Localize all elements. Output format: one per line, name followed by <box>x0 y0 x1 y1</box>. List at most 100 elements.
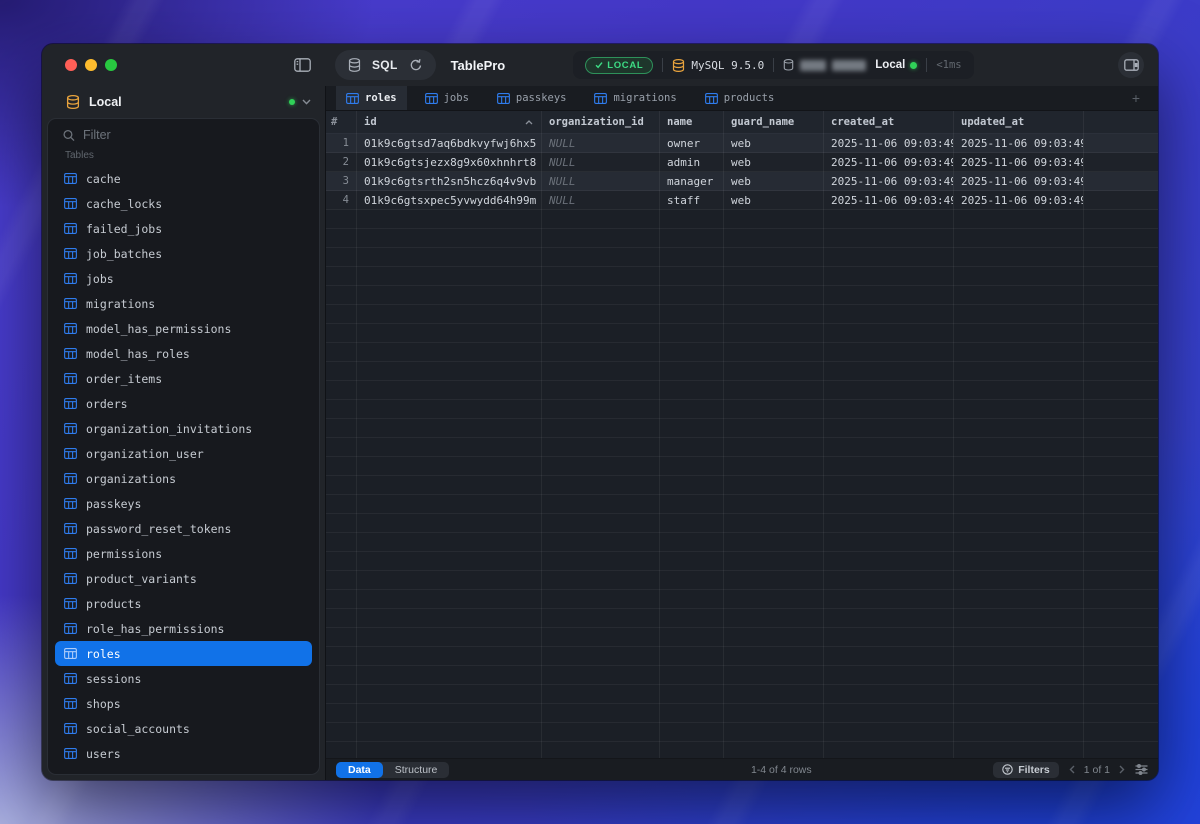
cell-name[interactable]: owner <box>659 134 723 152</box>
minimize-button[interactable] <box>85 59 97 71</box>
cell-organization_id[interactable]: NULL <box>541 153 659 171</box>
chevron-down-icon[interactable] <box>302 99 311 105</box>
cell-guard_name[interactable]: web <box>723 134 823 152</box>
sidebar-item-users[interactable]: users <box>55 741 312 766</box>
close-button[interactable] <box>65 59 77 71</box>
column-header-created-at[interactable]: created_at <box>823 111 953 133</box>
cell-name[interactable]: manager <box>659 172 723 190</box>
sql-button[interactable]: SQL <box>372 58 398 72</box>
cell-row-number[interactable]: 1 <box>326 134 356 152</box>
cell-id[interactable]: 01k9c6gtsrth2sn5hcz6q4v9vb <box>356 172 541 190</box>
cell-created_at[interactable]: 2025-11-06 09:03:49 <box>823 134 953 152</box>
column-header-row-number[interactable]: # <box>326 111 356 133</box>
tables-list: cache cache_locksfailed_jobsjob_batchesjo… <box>48 164 319 774</box>
tab-jobs[interactable]: jobs <box>415 86 479 110</box>
cell-guard_name[interactable]: web <box>723 191 823 209</box>
sidebar-item-failed_jobs[interactable]: failed_jobs <box>55 216 312 241</box>
filter-field[interactable] <box>48 119 319 145</box>
table-name-label: organization_invitations <box>86 422 252 436</box>
cell-guard_name[interactable]: web <box>723 153 823 171</box>
tab-roles[interactable]: roles <box>336 86 407 110</box>
cell-row-number[interactable]: 4 <box>326 191 356 209</box>
sql-button-group: SQL <box>335 50 436 80</box>
cell-created_at[interactable]: 2025-11-06 09:03:49 <box>823 153 953 171</box>
sidebar-item-password_reset_tokens[interactable]: password_reset_tokens <box>55 516 312 541</box>
table-grid-icon <box>64 598 77 609</box>
view-options-button[interactable] <box>1135 764 1148 775</box>
table-grid-icon <box>705 93 718 104</box>
tab-passkeys[interactable]: passkeys <box>487 86 577 110</box>
sort-asc-icon <box>525 120 533 125</box>
cell-organization_id[interactable]: NULL <box>541 172 659 190</box>
sidebar-item-sessions[interactable]: sessions <box>55 666 312 691</box>
cell-guard_name[interactable]: web <box>723 172 823 190</box>
sidebar-item-social_accounts[interactable]: social_accounts <box>55 716 312 741</box>
cell-id[interactable]: 01k9c6gtsd7aq6bdkvyfwj6hx5 <box>356 134 541 152</box>
sidebar-item-job_batches[interactable]: job_batches <box>55 241 312 266</box>
table-row[interactable]: 101k9c6gtsd7aq6bdkvyfwj6hx5NULLownerweb2… <box>326 134 1158 153</box>
search-icon <box>63 129 75 142</box>
connection-status-bar[interactable]: LOCAL MySQL 9.5.0 <box>573 51 973 79</box>
cell-row-number[interactable]: 2 <box>326 153 356 171</box>
prev-page-button[interactable] <box>1069 765 1075 774</box>
sidebar: Local Tables cachecache_locksfailed_jobs… <box>42 86 325 780</box>
table-row[interactable]: 301k9c6gtsrth2sn5hcz6q4v9vbNULLmanagerwe… <box>326 172 1158 191</box>
sidebar-item-cache_locks[interactable]: cache_locks <box>55 191 312 216</box>
sidebar-item-cache[interactable]: cache <box>55 166 312 191</box>
right-panel-toggle-button[interactable] <box>1118 52 1144 78</box>
cell-updated_at[interactable]: 2025-11-06 09:03:49 <box>953 134 1083 152</box>
tab-data-view[interactable]: Data <box>336 762 383 778</box>
cell-id[interactable]: 01k9c6gtsxpec5yvwydd64h99m <box>356 191 541 209</box>
zoom-button[interactable] <box>105 59 117 71</box>
cell-name[interactable]: admin <box>659 153 723 171</box>
cell-created_at[interactable]: 2025-11-06 09:03:49 <box>823 172 953 190</box>
cell-id[interactable]: 01k9c6gtsjezx8g9x60xhnhrt8 <box>356 153 541 171</box>
sidebar-item-passkeys[interactable]: passkeys <box>55 491 312 516</box>
cell-updated_at[interactable]: 2025-11-06 09:03:49 <box>953 172 1083 190</box>
table-grid-icon <box>64 548 77 559</box>
next-page-button[interactable] <box>1119 765 1125 774</box>
table-row[interactable]: 401k9c6gtsxpec5yvwydd64h99mNULLstaffweb2… <box>326 191 1158 210</box>
column-header-id[interactable]: id <box>356 111 541 133</box>
table-row[interactable]: 201k9c6gtsjezx8g9x60xhnhrt8NULLadminweb2… <box>326 153 1158 172</box>
table-grid-icon <box>346 93 359 104</box>
sidebar-item-role_has_permissions[interactable]: role_has_permissions <box>55 616 312 641</box>
filter-input[interactable] <box>83 128 307 142</box>
cell-organization_id[interactable]: NULL <box>541 191 659 209</box>
sidebar-toggle-icon[interactable] <box>294 58 311 72</box>
sidebar-item-jobs[interactable]: jobs <box>55 266 312 291</box>
sidebar-item-organization_user[interactable]: organization_user <box>55 441 312 466</box>
tab-structure-view[interactable]: Structure <box>383 762 450 778</box>
connection-selector[interactable]: Local <box>42 86 325 118</box>
column-header-guard-name[interactable]: guard_name <box>723 111 823 133</box>
filters-button[interactable]: Filters <box>993 762 1059 778</box>
sidebar-item-shops[interactable]: shops <box>55 691 312 716</box>
sidebar-item-model_has_roles[interactable]: model_has_roles <box>55 341 312 366</box>
table-name-label: cache <box>86 172 121 186</box>
add-tab-button[interactable]: + <box>1124 90 1148 106</box>
cell-created_at[interactable]: 2025-11-06 09:03:49 <box>823 191 953 209</box>
column-header-updated-at[interactable]: updated_at <box>953 111 1083 133</box>
sidebar-item-migrations[interactable]: migrations <box>55 291 312 316</box>
sidebar-item-organizations[interactable]: organizations <box>55 466 312 491</box>
sidebar-item-order_items[interactable]: order_items <box>55 366 312 391</box>
refresh-icon[interactable] <box>409 58 423 72</box>
sidebar-item-organization_invitations[interactable]: organization_invitations <box>55 416 312 441</box>
cell-row-number[interactable]: 3 <box>326 172 356 190</box>
column-header-organization-id[interactable]: organization_id <box>541 111 659 133</box>
table-name-label: organization_user <box>86 447 204 461</box>
cell-organization_id[interactable]: NULL <box>541 134 659 152</box>
column-header-name[interactable]: name <box>659 111 723 133</box>
sidebar-item-roles[interactable]: roles <box>55 641 312 666</box>
main-content: rolesjobspasskeysmigrationsproducts + # … <box>325 86 1158 780</box>
sidebar-item-model_has_permissions[interactable]: model_has_permissions <box>55 316 312 341</box>
sidebar-item-permissions[interactable]: permissions <box>55 541 312 566</box>
cell-name[interactable]: staff <box>659 191 723 209</box>
sidebar-item-products[interactable]: products <box>55 591 312 616</box>
cell-updated_at[interactable]: 2025-11-06 09:03:49 <box>953 153 1083 171</box>
cell-updated_at[interactable]: 2025-11-06 09:03:49 <box>953 191 1083 209</box>
tab-products[interactable]: products <box>695 86 785 110</box>
tab-migrations[interactable]: migrations <box>584 86 686 110</box>
sidebar-item-product_variants[interactable]: product_variants <box>55 566 312 591</box>
sidebar-item-orders[interactable]: orders <box>55 391 312 416</box>
